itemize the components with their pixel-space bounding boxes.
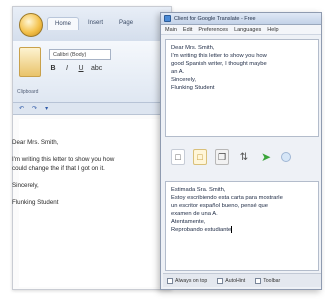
more-icon[interactable] [281, 152, 291, 162]
checkbox-label: AutoHint [225, 277, 246, 284]
paste-button[interactable] [19, 47, 41, 77]
clipboard-group-label: Clipboard [17, 89, 39, 95]
menu-languages[interactable]: Languages [234, 27, 261, 33]
translation-text-area[interactable]: Estimada Sra. Smith, Estoy escribiendo e… [165, 181, 319, 271]
checkbox-label: Toolbar [263, 277, 281, 284]
source-line: an A. [171, 69, 185, 75]
format-buttons: B I U abc [49, 65, 102, 72]
menu-help[interactable]: Help [267, 27, 278, 33]
underline-button[interactable]: U [77, 65, 85, 72]
target-line: examen de una A. [171, 211, 218, 217]
target-line: Atentamente, [171, 219, 206, 225]
menu-main[interactable]: Main [165, 27, 177, 33]
ribbon-tabs: Home Insert Page [47, 17, 140, 30]
target-line: un escritor español bueno, pensé que [171, 203, 269, 209]
doc-body: I'm writing this letter to show you how … [12, 155, 157, 173]
autohint-checkbox[interactable]: AutoHint [217, 277, 246, 284]
translator-toolbar: □ □ ❐ ⇅ ➤ [171, 149, 291, 165]
text-cursor [231, 226, 233, 233]
checkbox-icon [167, 277, 173, 284]
italic-button[interactable]: I [63, 65, 71, 72]
open-folder-icon[interactable]: □ [193, 149, 207, 165]
target-line-last: Reprobando estudiante [171, 226, 313, 234]
menu-edit[interactable]: Edit [183, 27, 192, 33]
source-line: good Spanish writer, I thought maybe [171, 61, 267, 67]
customize-icon[interactable]: ▾ [45, 105, 48, 112]
translate-app-icon [164, 15, 171, 22]
source-line: Flunking Student [171, 85, 215, 91]
target-line: Reprobando estudiante [171, 227, 232, 234]
source-text-area[interactable]: Dear Mrs. Smith, I'm writing this letter… [165, 39, 319, 137]
swap-icon[interactable]: ⇅ [237, 149, 251, 165]
translator-title-bar: Client for Google Translate - Free [161, 13, 321, 25]
toolbar-checkbox[interactable]: Toolbar [255, 277, 281, 284]
window-title: Client for Google Translate - Free [174, 15, 256, 22]
checkbox-label: Always on top [175, 277, 208, 284]
word-title-bar: Home Insert Page [13, 7, 171, 41]
source-line: I'm writing this letter to show you how [171, 53, 267, 59]
always-on-top-checkbox[interactable]: Always on top [167, 277, 208, 284]
target-line: Estimada Sra. Smith, [171, 187, 226, 193]
tab-home[interactable]: Home [47, 17, 80, 30]
ribbon: Calibri (Body) B I U abc Clipboard [13, 41, 171, 103]
doc-body-line1: I'm writing this letter to show you how [12, 156, 115, 163]
source-line: Sincerely, [171, 77, 197, 83]
redo-icon[interactable]: ↷ [32, 105, 37, 112]
doc-greeting: Dear Mrs. Smith, [12, 139, 59, 146]
source-line: Dear Mrs. Smith, [171, 45, 215, 51]
font-name-select[interactable]: Calibri (Body) [49, 49, 111, 60]
bold-button[interactable]: B [49, 65, 57, 72]
office-button[interactable] [19, 13, 43, 37]
copy-icon[interactable]: ❐ [215, 149, 229, 165]
checkbox-icon [255, 277, 262, 284]
menu-preferences[interactable]: Preferences [198, 27, 228, 33]
doc-body-line2: could change the if that I got on it. [12, 165, 105, 172]
new-document-icon[interactable]: □ [171, 149, 185, 165]
translator-window: Client for Google Translate - Free Main … [160, 12, 322, 290]
quick-access-toolbar: ↶ ↷ ▾ [13, 103, 171, 115]
strikethrough-button[interactable]: abc [91, 65, 102, 72]
document-body[interactable]: Dear Mrs. Smith, I'm writing this letter… [12, 138, 157, 215]
translate-arrow-icon[interactable]: ➤ [259, 149, 273, 165]
status-bar: Always on top AutoHint Toolbar [163, 273, 321, 287]
tab-insert[interactable]: Insert [81, 17, 110, 30]
doc-closing: Sincerely, [12, 182, 39, 189]
menu-bar: Main Edit Preferences Languages Help [161, 25, 321, 35]
checkbox-icon [217, 277, 224, 284]
undo-icon[interactable]: ↶ [19, 105, 24, 112]
doc-signature: Flunking Student [12, 199, 59, 206]
tab-page-layout[interactable]: Page [112, 17, 140, 30]
target-line: Estoy escribiendo esta carta para mostra… [171, 195, 283, 201]
